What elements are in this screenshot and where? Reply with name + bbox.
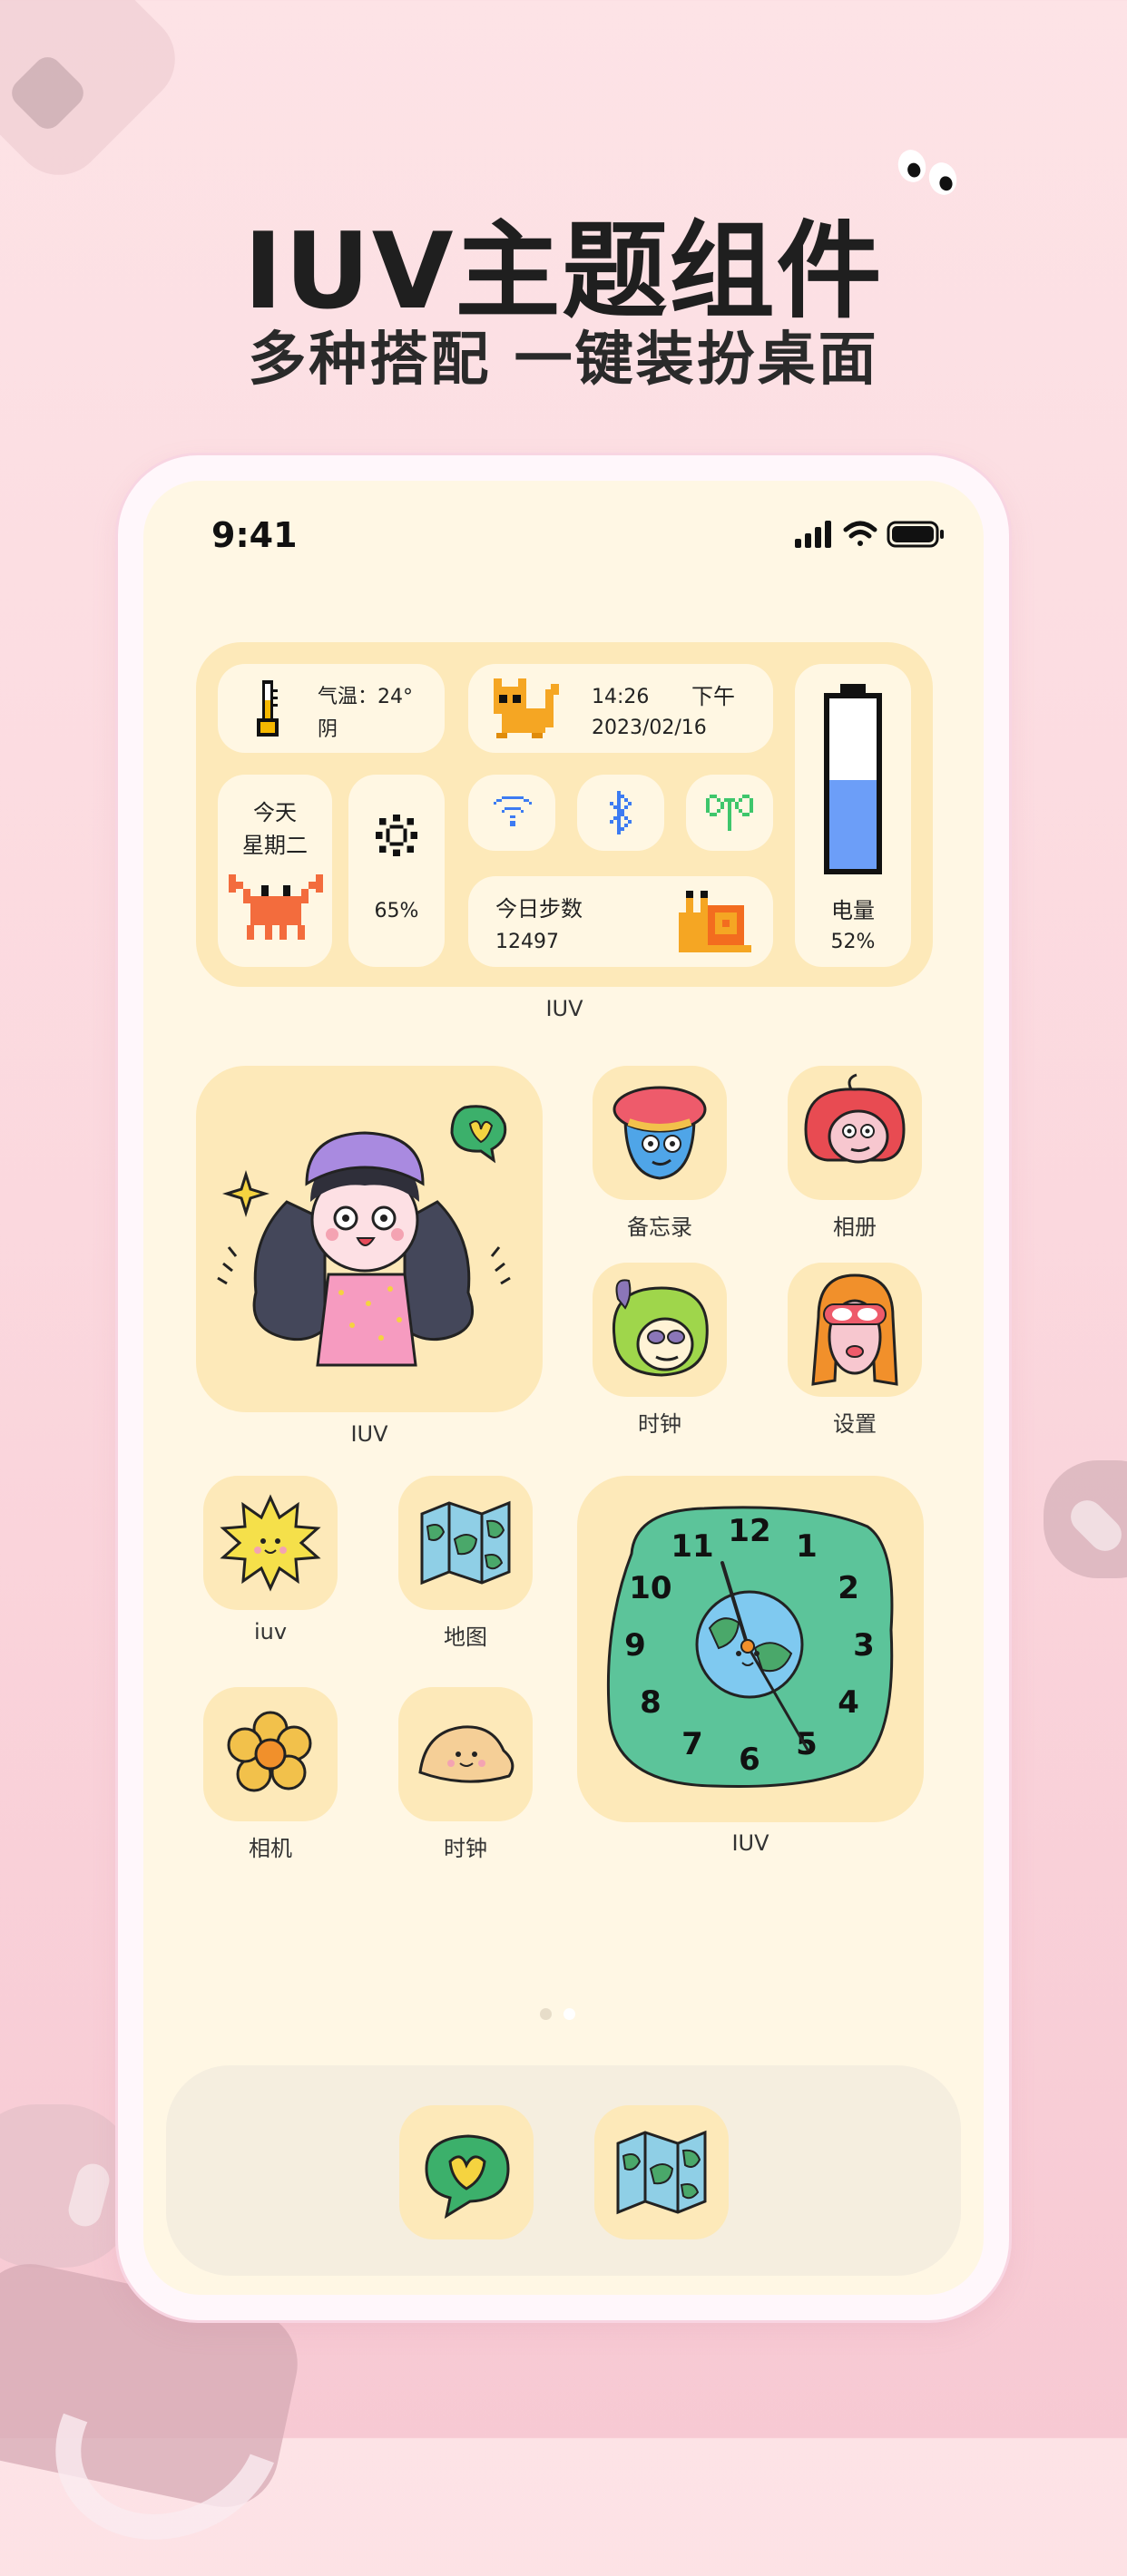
clock-number: 5 <box>796 1726 818 1762</box>
pixel-snail-icon <box>679 891 751 952</box>
photo-widget[interactable] <box>196 1066 543 1412</box>
battery-icon <box>887 521 944 548</box>
wifi-icon <box>494 796 532 826</box>
background-shape <box>0 2104 136 2268</box>
clock-widget-caption: IUV <box>731 1830 769 1856</box>
date-cell: 今天 星期二 <box>218 775 332 967</box>
photo-widget-caption: IUV <box>350 1421 388 1447</box>
app-map[interactable] <box>398 1476 533 1610</box>
clock-number: 9 <box>624 1627 646 1664</box>
thermometer-icon <box>257 680 279 737</box>
brightness-value: 65% <box>374 900 419 922</box>
clock-number: 8 <box>640 1684 662 1721</box>
clock-number: 2 <box>838 1570 859 1606</box>
app-album[interactable] <box>788 1066 922 1200</box>
bluetooth-icon <box>610 791 632 834</box>
weather-cell: 气温：24° 阴 <box>218 664 445 753</box>
clock-number: 6 <box>739 1742 760 1778</box>
cellular-icon <box>706 795 753 831</box>
app-label: 时钟 <box>444 1836 487 1861</box>
clock-number: 11 <box>671 1528 713 1565</box>
weekday-label: 星期二 <box>242 833 308 858</box>
dumpling-icon <box>418 1725 514 1783</box>
chat-bubble-icon <box>425 2134 510 2220</box>
page-dot-active[interactable] <box>564 2008 575 2020</box>
dock-app-map[interactable] <box>594 2105 729 2239</box>
map-icon <box>420 1500 511 1586</box>
goggles-face-icon <box>811 1273 898 1386</box>
clock-number: 10 <box>629 1570 671 1606</box>
clock-date-cell: 14:26 下午 2023/02/16 <box>468 664 773 753</box>
clock-time-text: 14:26 <box>592 686 650 708</box>
app-clock-2[interactable] <box>398 1687 533 1821</box>
clock-number: 7 <box>681 1726 703 1762</box>
today-label: 今天 <box>253 800 297 825</box>
clock-number: 4 <box>838 1684 859 1721</box>
phone-screen: 9:41 气温：24° 阴 14:26 下午 2023/02/16 电量 52%… <box>143 481 984 2295</box>
beret-face-icon <box>612 1086 707 1180</box>
steps-cell: 今日步数 12497 <box>468 876 773 967</box>
steps-value: 12497 <box>495 931 559 953</box>
battery-percent: 52% <box>830 931 876 953</box>
pixel-crab-icon <box>229 874 323 940</box>
info-widget[interactable]: 气温：24° 阴 14:26 下午 2023/02/16 电量 52% 今天 星… <box>196 642 933 987</box>
app-settings[interactable] <box>788 1263 922 1397</box>
app-label: 时钟 <box>638 1411 681 1437</box>
app-label: 地图 <box>444 1625 487 1650</box>
steps-label: 今日步数 <box>495 896 583 922</box>
wifi-icon <box>843 521 877 546</box>
dock-app-chat[interactable] <box>399 2105 534 2239</box>
battery-fill <box>829 780 877 869</box>
clock-widget[interactable]: 12 1 2 3 4 5 6 7 8 9 10 11 <box>577 1476 924 1822</box>
app-label: 设置 <box>833 1411 877 1437</box>
promo-subtitle: 多种搭配 一键装扮桌面 <box>248 327 879 394</box>
battery-cell: 电量 52% <box>795 664 911 967</box>
clock-period-text: 下午 <box>691 684 735 709</box>
sun-brightness-icon <box>376 815 417 856</box>
battery-level-icon <box>824 684 882 874</box>
app-camera[interactable] <box>203 1687 338 1821</box>
red-hair-face-icon <box>804 1073 906 1164</box>
battery-label: 电量 <box>831 898 875 923</box>
clock-number: 1 <box>796 1528 818 1565</box>
status-time: 9:41 <box>211 515 298 555</box>
app-clock[interactable] <box>593 1263 727 1397</box>
analog-clock-face: 12 12 3 45678 9 1011 <box>606 1506 894 1789</box>
app-iuv[interactable] <box>203 1476 338 1610</box>
clock-date-text: 2023/02/16 <box>592 717 707 739</box>
clock-number: 12 <box>728 1513 770 1549</box>
map-icon <box>616 2130 707 2215</box>
app-memo[interactable] <box>593 1066 727 1200</box>
brightness-cell[interactable]: 65% <box>348 775 445 967</box>
wifi-toggle[interactable] <box>468 775 555 851</box>
bluetooth-toggle[interactable] <box>577 775 664 851</box>
info-widget-caption: IUV <box>545 996 583 1021</box>
dock <box>166 2065 961 2276</box>
app-label: 相机 <box>249 1836 292 1861</box>
app-label: 相册 <box>833 1215 877 1240</box>
app-label: 备忘录 <box>627 1215 692 1240</box>
status-icons <box>795 517 949 553</box>
flower-icon <box>227 1711 312 1792</box>
weather-text: 阴 <box>318 718 338 741</box>
girl-illustration-icon <box>217 1105 511 1367</box>
pixel-cat-icon <box>494 678 559 738</box>
app-label: iuv <box>253 1619 288 1644</box>
page-indicator[interactable] <box>529 2005 602 2023</box>
sun-face-icon <box>220 1494 321 1592</box>
cellular-toggle[interactable] <box>686 775 773 851</box>
temperature-text: 气温：24° <box>318 686 413 708</box>
clock-number: 3 <box>853 1627 875 1664</box>
green-hair-face-icon <box>612 1279 709 1377</box>
cellular-signal-icon <box>795 521 831 548</box>
page-dot[interactable] <box>540 2008 552 2020</box>
